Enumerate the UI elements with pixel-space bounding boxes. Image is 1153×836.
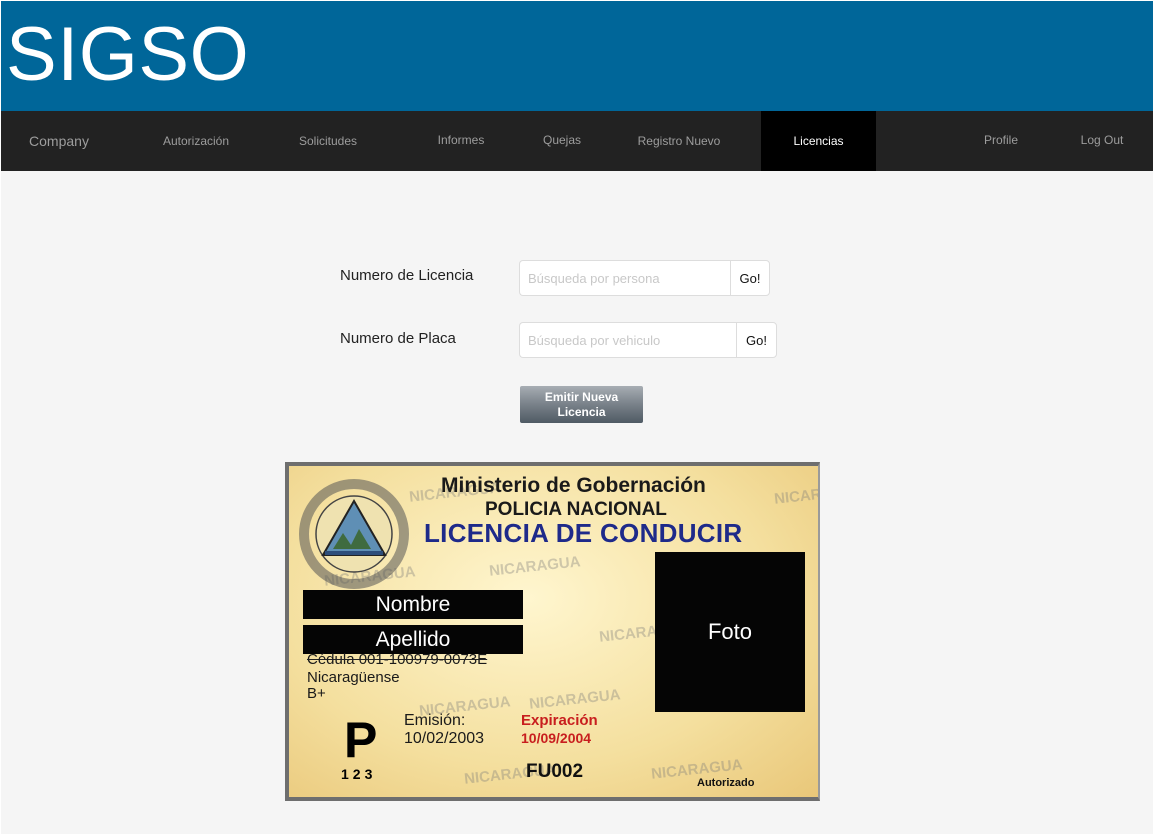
card-autorizado: Autorizado: [697, 777, 755, 789]
licencia-search-group: Go!: [519, 260, 770, 296]
app-title: SIGSO: [6, 12, 250, 97]
watermark-text: NICARAGUA: [488, 553, 582, 580]
navbar: Company Autorización Solicitudes Informe…: [1, 111, 1153, 171]
card-categoria-nums: 123: [341, 766, 377, 782]
national-seal-icon: [299, 479, 409, 589]
nav-item-registro-nuevo[interactable]: Registro Nuevo: [627, 111, 731, 171]
watermark-text: NICARAGUA: [773, 481, 820, 508]
card-expiracion-label: Expiración: [521, 712, 598, 729]
card-apellido-field: Apellido: [303, 625, 523, 654]
nav-item-profile[interactable]: Profile: [975, 111, 1027, 171]
card-expiracion-date: 10/09/2004: [521, 730, 592, 746]
watermark-text: NICARAGUA: [528, 686, 622, 713]
card-photo-placeholder: Foto: [655, 552, 805, 712]
card-ministerio-text: Ministerio de Gobernación: [441, 474, 706, 497]
card-codigo: FU002: [526, 761, 584, 782]
placa-go-button[interactable]: Go!: [736, 322, 777, 358]
card-emision-label: Emisión:: [404, 712, 466, 729]
nav-item-informes[interactable]: Informes: [429, 111, 493, 171]
nav-item-quejas[interactable]: Quejas: [531, 111, 593, 171]
licencia-search-input[interactable]: [519, 260, 730, 296]
emitir-nueva-licencia-button[interactable]: Emitir Nueva Licencia: [520, 386, 643, 423]
header-banner: SIGSO: [1, 1, 1153, 111]
nav-item-solicitudes[interactable]: Solicitudes: [287, 111, 369, 171]
license-card: NICARAGUA NICARAGUA NICARAGUA NICARAGUA …: [285, 462, 820, 801]
main-content: Numero de Licencia Go! Numero de Placa G…: [1, 171, 1153, 834]
nav-brand-company[interactable]: Company: [19, 111, 99, 171]
placa-label: Numero de Placa: [340, 330, 456, 347]
card-blood-type: B+: [307, 685, 326, 702]
nav-item-licencias[interactable]: Licencias: [761, 111, 876, 171]
card-cedula-text: Cédula 001-100979-0073E: [307, 651, 488, 668]
licencia-go-button[interactable]: Go!: [730, 260, 770, 296]
card-nacionalidad-text: Nicaragüense: [307, 669, 400, 686]
card-nombre-field: Nombre: [303, 590, 523, 619]
card-emision-date: 10/02/2003: [404, 730, 485, 747]
card-licencia-text: LICENCIA DE CONDUCIR: [424, 518, 743, 548]
nav-item-logout[interactable]: Log Out: [1071, 111, 1133, 171]
placa-search-input[interactable]: [519, 322, 736, 358]
licencia-label: Numero de Licencia: [340, 267, 474, 284]
card-categoria: P: [344, 712, 378, 768]
nav-item-autorizacion[interactable]: Autorización: [151, 111, 241, 171]
placa-search-group: Go!: [519, 322, 777, 358]
